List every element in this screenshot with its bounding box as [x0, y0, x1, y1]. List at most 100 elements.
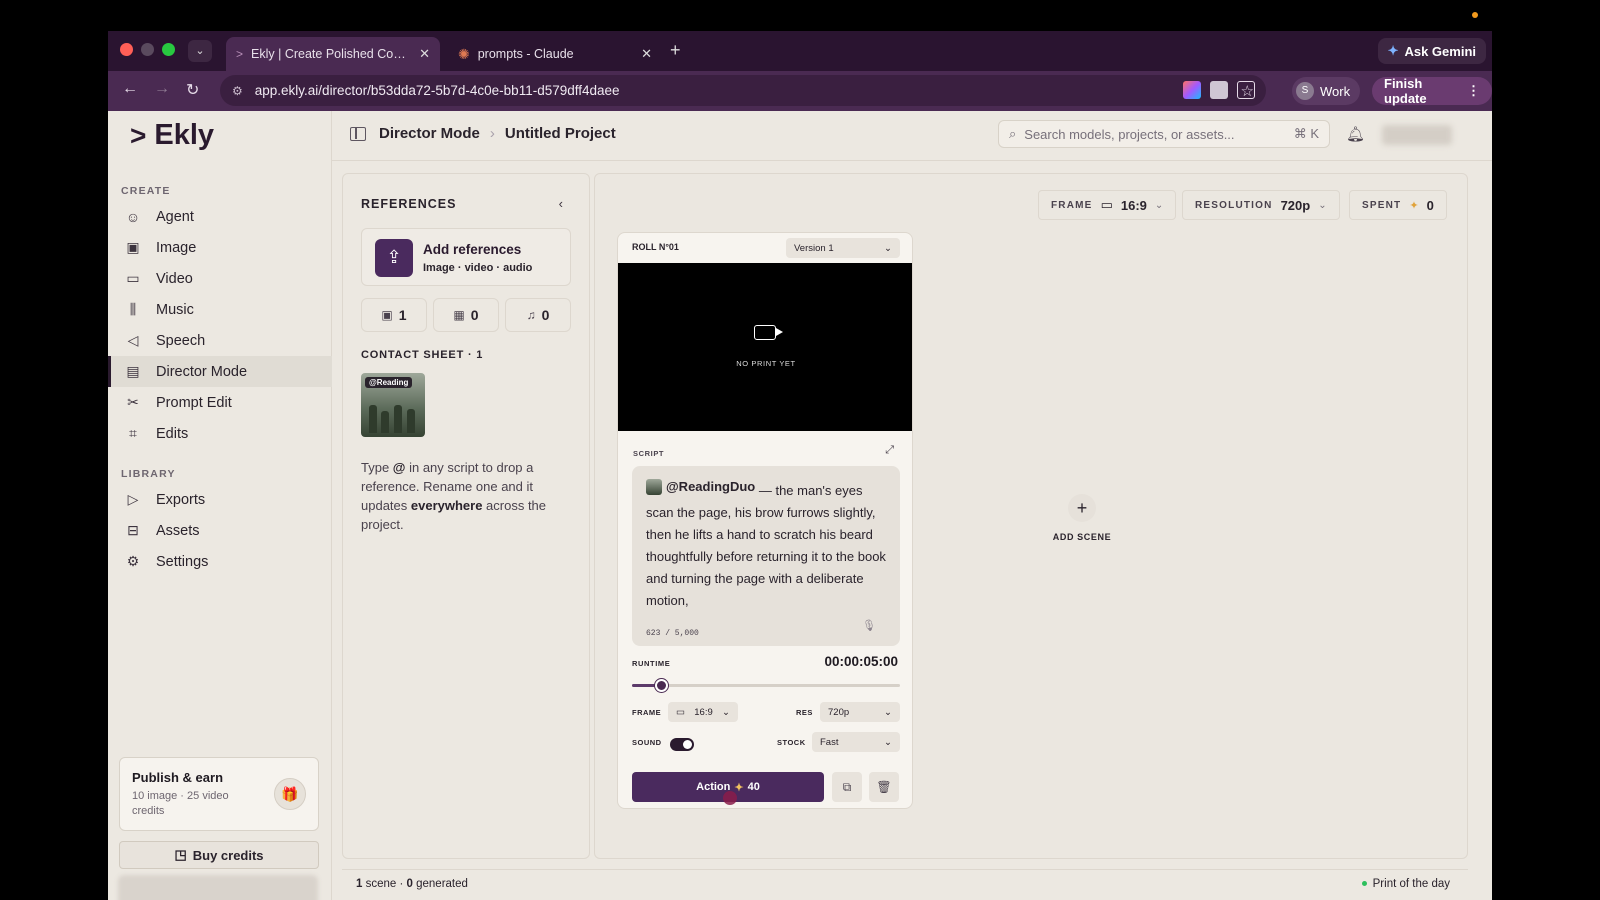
- tab-claude[interactable]: ✺ prompts - Claude ✕: [448, 37, 662, 71]
- version-select[interactable]: Version 1 ⌄: [786, 238, 900, 258]
- tab-strip: ⌄ > Ekly | Create Polished Content ✕ ✺ p…: [108, 31, 1492, 71]
- figure-shape: [407, 409, 415, 433]
- sidebar-item-assets[interactable]: ⊟ Assets: [108, 515, 332, 546]
- stock-select[interactable]: Fast ⌄: [812, 732, 900, 752]
- collapse-panel-icon[interactable]: ‹: [559, 196, 563, 211]
- create-section-label: CREATE: [121, 185, 171, 197]
- tab-search-button[interactable]: ⌄: [188, 40, 212, 62]
- sidebar-item-exports[interactable]: ▷ Exports: [108, 484, 332, 515]
- back-icon[interactable]: ←: [122, 80, 138, 98]
- video-count-filter[interactable]: ▦ 0: [433, 298, 499, 332]
- roll-label: ROLL N°01: [632, 242, 679, 252]
- reload-icon[interactable]: ↻: [186, 80, 199, 100]
- user-account-blurred[interactable]: [118, 875, 318, 900]
- ekly-logo[interactable]: > Ekly: [130, 119, 214, 152]
- sidebar-item-label: Assets: [156, 522, 200, 539]
- reference-mention[interactable]: @ReadingDuo: [646, 476, 755, 498]
- runtime-label: RUNTIME: [632, 659, 671, 668]
- ask-gemini-button[interactable]: ✦ Ask Gemini: [1377, 38, 1486, 64]
- library-section-label: LIBRARY: [121, 468, 176, 480]
- toggle-panel-icon[interactable]: [350, 127, 366, 141]
- figma-extension-icon[interactable]: [1183, 81, 1201, 99]
- gift-icon[interactable]: 🎁: [274, 778, 306, 810]
- breadcrumb-director-mode[interactable]: Director Mode: [379, 125, 480, 142]
- finish-update-label: Finish update: [1384, 76, 1427, 106]
- sidebar-item-edits[interactable]: ⌗ Edits: [108, 418, 332, 449]
- version-value: Version 1: [794, 242, 834, 254]
- slider-handle[interactable]: [655, 679, 669, 692]
- sidebar-item-settings[interactable]: ⚙ Settings: [108, 546, 332, 577]
- kebab-menu-icon: ⋮: [1467, 83, 1480, 98]
- logo-chevron-icon: >: [130, 119, 147, 151]
- add-references-title: Add references: [423, 242, 522, 257]
- music-note-icon: ♫: [526, 308, 536, 322]
- aspect-ratio-icon: ▭: [1100, 197, 1113, 212]
- search-input[interactable]: ⌕ Search models, projects, or assets... …: [998, 120, 1330, 148]
- add-references-button[interactable]: ⇪ Add references Image · video · audio: [361, 228, 571, 286]
- sidebar-item-prompt-edit[interactable]: ✂ Prompt Edit: [108, 387, 332, 418]
- image-icon: ▣: [126, 239, 140, 255]
- scene-res-select[interactable]: 720p ⌄: [820, 702, 900, 722]
- script-textarea[interactable]: @ReadingDuo — the man's eyes scan the pa…: [632, 466, 900, 646]
- resolution-selector[interactable]: RESOLUTION 720p ⌄: [1182, 190, 1340, 220]
- help-text-bold: everywhere: [410, 498, 483, 513]
- breadcrumb-project[interactable]: Untitled Project: [505, 125, 616, 142]
- sound-label: SOUND: [632, 738, 662, 747]
- credit-spark-icon: ✦: [734, 781, 744, 794]
- buy-credits-label: Buy credits: [192, 847, 264, 863]
- spent-label: SPENT: [1362, 199, 1402, 211]
- audio-count-filter[interactable]: ♫ 0: [505, 298, 571, 332]
- add-scene-button[interactable]: + ADD SCENE: [1052, 494, 1112, 542]
- extensions-puzzle-icon[interactable]: [1237, 81, 1255, 99]
- sidebar-item-speech[interactable]: ◁ Speech: [108, 325, 332, 356]
- user-menu-blurred[interactable]: [1382, 125, 1452, 145]
- sidebar-item-label: Edits: [156, 425, 189, 442]
- new-tab-button[interactable]: +: [670, 40, 681, 61]
- sidebar-item-image[interactable]: ▣ Image: [108, 232, 332, 263]
- image-count: 1: [398, 307, 407, 323]
- finish-update-button[interactable]: Finish update ⋮: [1372, 76, 1492, 106]
- maximize-window-button[interactable]: [162, 43, 175, 56]
- sidebar-item-video[interactable]: ▭ Video: [108, 263, 332, 294]
- profile-button[interactable]: S Work: [1292, 77, 1361, 105]
- sidebar-item-agent[interactable]: ☺ Agent: [108, 201, 332, 232]
- scene-frame-value: 16:9: [694, 706, 713, 718]
- print-of-the-day[interactable]: Print of the day: [1361, 878, 1450, 890]
- profile-name: Work: [1320, 83, 1351, 99]
- extension-icon[interactable]: [1210, 81, 1228, 99]
- chevron-down-icon: ⌄: [884, 706, 892, 718]
- publish-earn-card[interactable]: Publish & earn 10 image · 25 video credi…: [119, 757, 319, 831]
- image-count-filter[interactable]: ▣ 1: [361, 298, 427, 332]
- duplicate-icon[interactable]: ⧉: [832, 772, 862, 802]
- tab-ekly[interactable]: > Ekly | Create Polished Content ✕: [226, 37, 440, 71]
- forward-icon[interactable]: →: [154, 80, 170, 98]
- site-info-icon[interactable]: ⚙: [232, 84, 243, 98]
- references-title: REFERENCES: [361, 197, 457, 211]
- address-bar[interactable]: ⚙ app.ekly.ai/director/b53dda72-5b7d-4c0…: [220, 75, 1266, 106]
- close-tab-icon[interactable]: ✕: [641, 46, 652, 62]
- trash-icon[interactable]: 🗑︎: [869, 772, 899, 802]
- microphone-icon[interactable]: 🎙︎: [862, 619, 876, 632]
- video-preview[interactable]: NO PRINT YET: [618, 263, 912, 431]
- sound-toggle[interactable]: [670, 738, 694, 751]
- close-window-button[interactable]: [120, 43, 133, 56]
- close-tab-icon[interactable]: ✕: [419, 46, 430, 62]
- expand-icon[interactable]: ⤢: [885, 444, 894, 457]
- spent-indicator: SPENT ✦ 0: [1349, 190, 1447, 220]
- minimize-window-button[interactable]: [141, 43, 154, 56]
- credit-spark-icon: ✦: [1409, 199, 1419, 212]
- ekly-icon: >: [236, 47, 244, 61]
- sidebar-item-music[interactable]: ⫼ Music: [108, 294, 332, 325]
- chevron-down-icon: ⌄: [1318, 199, 1327, 211]
- scene-res-value: 720p: [828, 706, 850, 718]
- scene-frame-select[interactable]: ▭ 16:9 ⌄: [668, 702, 738, 722]
- frame-value: 16:9: [1120, 197, 1147, 213]
- sidebar-item-director-mode[interactable]: ▤ Director Mode: [108, 356, 332, 387]
- reference-thumbnail[interactable]: @Reading: [361, 373, 425, 437]
- chevron-down-icon: ⌄: [722, 706, 730, 718]
- runtime-slider[interactable]: [632, 679, 900, 692]
- scene-card: ROLL N°01 Version 1 ⌄ NO PRINT YET SCRIP…: [617, 232, 913, 809]
- bell-icon[interactable]: 🔔︎: [1346, 125, 1365, 143]
- frame-selector[interactable]: FRAME ▭ 16:9 ⌄: [1038, 190, 1177, 220]
- buy-credits-button[interactable]: ◳ Buy credits: [119, 841, 319, 869]
